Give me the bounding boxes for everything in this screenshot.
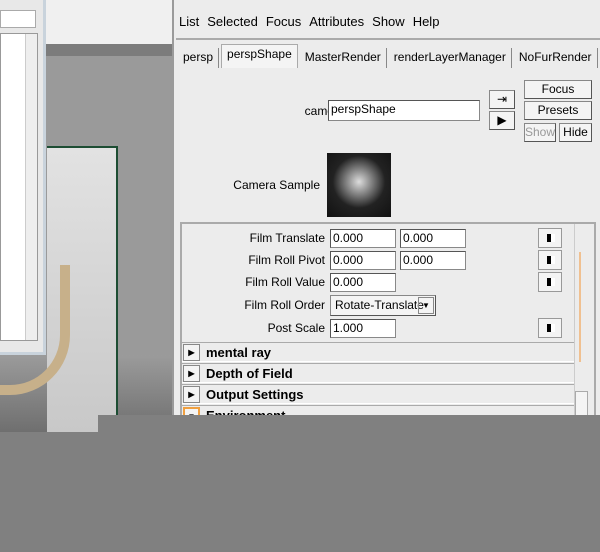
expand-arrow-icon[interactable]: ▶ (183, 365, 200, 382)
tab-perspshape[interactable]: perspShape (221, 44, 298, 68)
attr-label: Post Scale (267, 321, 325, 335)
attr-label: Film Translate (249, 231, 325, 245)
tab-nofurrender[interactable]: NoFurRender (513, 48, 598, 68)
expand-arrow-icon[interactable]: ▶ (183, 344, 200, 361)
section-output-settings[interactable]: ▶ Output Settings (182, 384, 578, 404)
film-roll-pivot-y[interactable]: 0.000 (400, 251, 466, 270)
checker-icon (547, 256, 555, 264)
select-node-button[interactable]: ▶ (489, 111, 515, 130)
attribute-editor: List Selected Focus Attributes Show Help… (172, 0, 600, 432)
film-roll-value[interactable]: 0.000 (330, 273, 396, 292)
map-button[interactable] (538, 228, 562, 248)
load-selected-button[interactable]: ⇥ (489, 90, 515, 109)
expand-arrow-icon[interactable]: ▶ (183, 386, 200, 403)
menu-bar: List Selected Focus Attributes Show Help (174, 10, 600, 32)
attributes-scrollbar[interactable] (574, 224, 588, 432)
menu-focus[interactable]: Focus (266, 14, 301, 29)
arrow-in-icon: ⇥ (496, 92, 508, 106)
attributes-scroll-area: Film Translate 0.000 0.000 Film Roll Piv… (180, 222, 596, 432)
tab-renderlayermanager[interactable]: renderLayerManager (388, 48, 512, 68)
select-value: Rotate-Translate (335, 298, 424, 312)
tab-persp[interactable]: persp (178, 48, 220, 68)
side-window-input[interactable] (0, 10, 36, 28)
checker-icon (547, 324, 555, 332)
checker-icon (547, 234, 555, 242)
section-depth-of-field[interactable]: ▶ Depth of Field (182, 363, 578, 383)
camera-sample-icon (327, 153, 391, 217)
bottom-gray-area (0, 432, 600, 552)
section-mental-ray[interactable]: ▶ mental ray (182, 342, 578, 362)
focus-button[interactable]: Focus (524, 80, 592, 99)
attr-label: Film Roll Order (244, 298, 325, 312)
tab-masterrender[interactable]: MasterRender (299, 48, 387, 68)
chevron-down-icon: ▼ (418, 297, 434, 314)
map-button[interactable] (538, 250, 562, 270)
checker-icon (547, 278, 555, 286)
film-translate-x[interactable]: 0.000 (330, 229, 396, 248)
film-roll-pivot-x[interactable]: 0.000 (330, 251, 396, 270)
camera-name-field[interactable]: perspShape (328, 100, 480, 121)
menu-list[interactable]: List (179, 14, 199, 29)
film-translate-y[interactable]: 0.000 (400, 229, 466, 248)
attr-label: Film Roll Pivot (248, 253, 325, 267)
map-button[interactable] (538, 318, 562, 338)
menu-selected[interactable]: Selected (207, 14, 258, 29)
side-window-list[interactable] (0, 33, 38, 341)
menu-attributes[interactable]: Attributes (309, 14, 364, 29)
post-scale[interactable]: 1.000 (330, 319, 396, 338)
show-button[interactable]: Show (524, 123, 556, 142)
side-window (0, 0, 46, 355)
camera-sample-label: Camera Sample (233, 178, 320, 192)
film-roll-order-select[interactable]: Rotate-Translate ▼ (330, 295, 436, 316)
map-button[interactable] (538, 272, 562, 292)
scroll-track-highlight (579, 252, 581, 362)
menu-help[interactable]: Help (413, 14, 440, 29)
presets-button[interactable]: Presets (524, 101, 592, 120)
3d-viewport[interactable] (0, 0, 172, 432)
attr-label: Film Roll Value (245, 275, 325, 289)
scrollbar[interactable] (25, 34, 37, 340)
menu-show[interactable]: Show (372, 14, 405, 29)
hide-button[interactable]: Hide (559, 123, 592, 142)
node-tabs: persp perspShape MasterRender renderLaye… (176, 38, 600, 68)
arrow-out-icon: ▶ (497, 113, 507, 127)
